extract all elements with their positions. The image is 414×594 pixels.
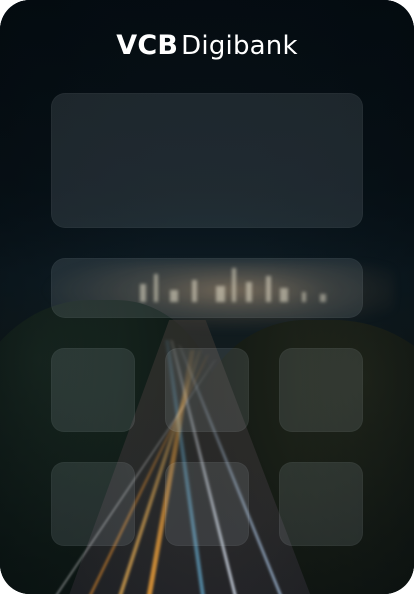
shortcut-tile-placeholder[interactable]: [165, 462, 249, 546]
logo-brand: VCB: [116, 30, 179, 61]
shortcut-tile-placeholder[interactable]: [279, 348, 363, 432]
hero-card-placeholder: [51, 93, 363, 228]
shortcut-tile-placeholder[interactable]: [51, 462, 135, 546]
logo-product: Digibank: [181, 31, 298, 61]
vcb-digibank-logo: VCB Digibank: [0, 30, 414, 61]
shortcut-tile-placeholder[interactable]: [279, 462, 363, 546]
banner-card-placeholder: [51, 258, 363, 318]
shortcut-tile-placeholder[interactable]: [165, 348, 249, 432]
app-screen: VCB Digibank: [0, 0, 414, 594]
shortcut-tile-placeholder[interactable]: [51, 348, 135, 432]
